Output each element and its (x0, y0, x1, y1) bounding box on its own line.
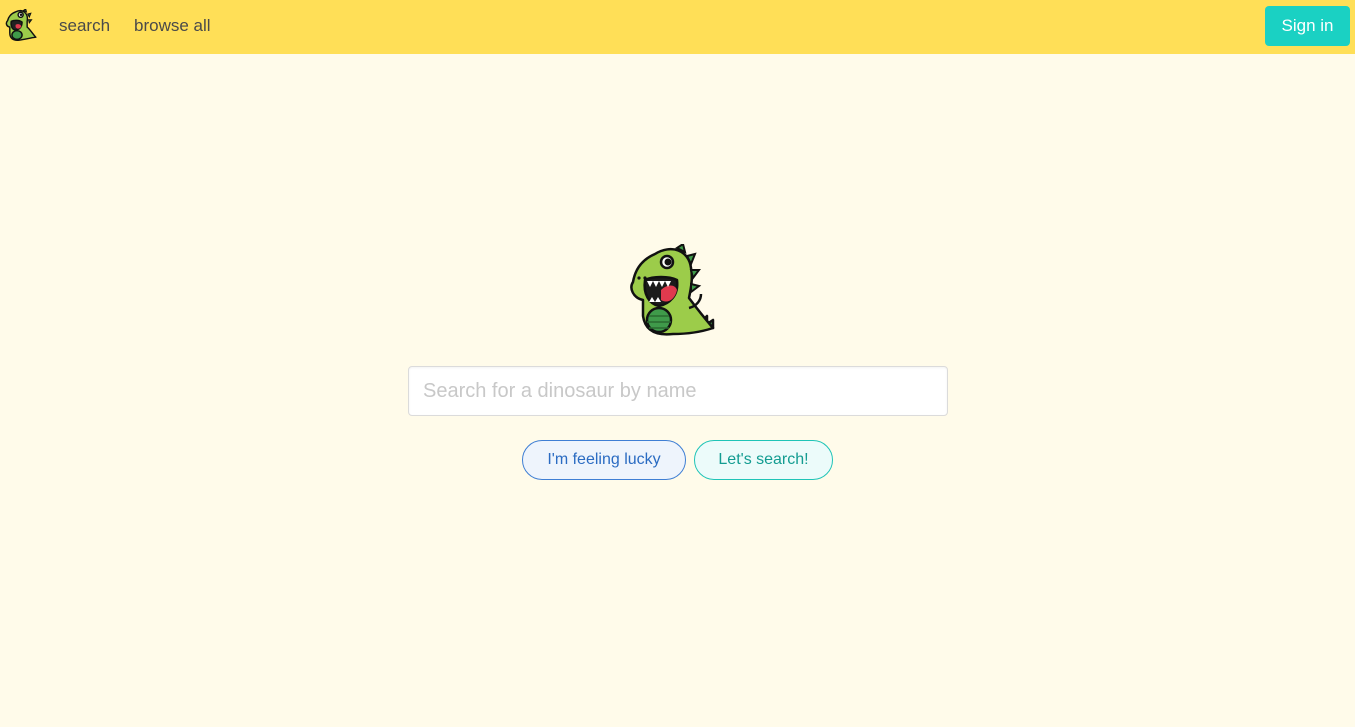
feeling-lucky-button[interactable]: I'm feeling lucky (522, 440, 686, 480)
nav-link-search[interactable]: search (59, 16, 110, 36)
dinosaur-logo-icon[interactable] (4, 9, 38, 43)
lets-search-button[interactable]: Let's search! (694, 440, 833, 480)
nav-link-browse-all[interactable]: browse all (134, 16, 211, 36)
dinosaur-search-input[interactable] (408, 366, 948, 416)
dinosaur-mascot-icon (630, 244, 715, 336)
top-navbar: search browse all Sign in (0, 0, 1355, 54)
sign-in-button[interactable]: Sign in (1265, 6, 1350, 46)
